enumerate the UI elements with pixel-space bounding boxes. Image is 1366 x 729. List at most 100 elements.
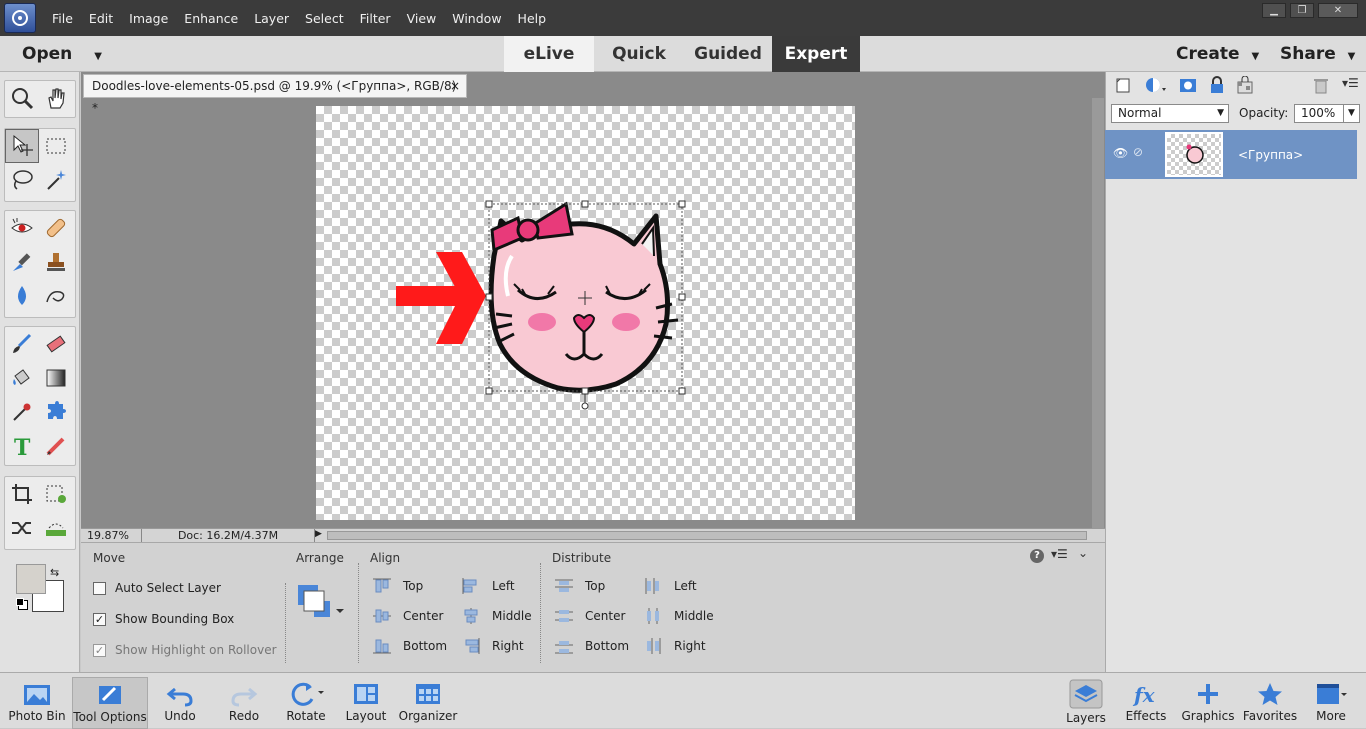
menu-image[interactable]: Image — [121, 11, 176, 26]
align-top-button[interactable]: Top — [373, 571, 453, 601]
move-tool[interactable] — [5, 129, 39, 163]
puzzle-icon — [48, 401, 66, 419]
effects-button[interactable]: fx Effects — [1120, 677, 1172, 729]
rotate-button[interactable]: Rotate — [278, 677, 334, 729]
layer-row[interactable]: 👁 ⊘ <Группа> — [1105, 130, 1357, 179]
restore-button[interactable]: ❐ — [1290, 3, 1314, 18]
brush-tool[interactable] — [5, 327, 39, 361]
options-menu-icon[interactable]: ▾☰ — [1051, 547, 1068, 561]
help-icon[interactable]: ? — [1030, 549, 1044, 563]
marquee-tool[interactable] — [39, 129, 73, 163]
align-middle-button[interactable]: Middle — [462, 601, 542, 631]
lasso-tool[interactable] — [5, 163, 39, 197]
menu-view[interactable]: View — [399, 11, 445, 26]
new-layer-icon[interactable] — [1114, 76, 1134, 94]
status-menu-arrow-icon[interactable]: ▶ — [315, 529, 322, 539]
type-tool[interactable]: T — [5, 429, 39, 463]
align-left-button[interactable]: Left — [462, 571, 542, 601]
align-center-button[interactable]: Center — [373, 601, 453, 631]
distribute-center-button[interactable]: Center — [555, 601, 635, 631]
swap-colors-icon[interactable]: ⇆ — [50, 566, 59, 579]
distribute-top-button[interactable]: Top — [555, 571, 635, 601]
organizer-button[interactable]: Organizer — [398, 677, 458, 729]
align-right-button[interactable]: Right — [462, 631, 542, 661]
show-bounding-box-checkbox[interactable]: ✓ Show Bounding Box — [93, 612, 234, 626]
vertical-scrollbar[interactable] — [1092, 98, 1104, 528]
auto-select-layer-checkbox[interactable]: Auto Select Layer — [93, 581, 221, 595]
open-button[interactable]: Open ▼ — [22, 44, 102, 64]
distribute-right-button[interactable]: Right — [644, 631, 724, 661]
menu-help[interactable]: Help — [510, 11, 555, 26]
favorites-button[interactable]: Favorites — [1240, 677, 1300, 729]
photo-bin-button[interactable]: Photo Bin — [6, 677, 68, 729]
blur-tool[interactable] — [5, 279, 39, 313]
layers-icon — [1069, 679, 1103, 709]
default-colors-icon[interactable] — [16, 598, 24, 606]
tab-expert[interactable]: Expert — [772, 36, 860, 72]
smart-brush-tool[interactable] — [5, 245, 39, 279]
hand-tool[interactable] — [39, 81, 73, 115]
share-button[interactable]: Share ▼ — [1280, 44, 1355, 64]
menu-window[interactable]: Window — [444, 11, 509, 26]
straighten-tool[interactable] — [39, 511, 73, 545]
panel-menu-icon[interactable]: ▾☰ — [1342, 76, 1359, 90]
eyedropper-tool[interactable] — [5, 395, 39, 429]
tab-quick[interactable]: Quick — [594, 36, 684, 72]
magic-wand-tool[interactable] — [39, 163, 73, 197]
clone-stamp-tool[interactable] — [39, 245, 73, 279]
tab-elive[interactable]: eLive — [504, 36, 594, 72]
lock-transparent-icon[interactable] — [1236, 76, 1256, 94]
zoom-level[interactable]: 19.87% — [87, 529, 129, 542]
image-canvas[interactable] — [316, 106, 855, 520]
visibility-eye-icon[interactable]: 👁 — [1113, 146, 1128, 160]
close-tab-icon[interactable]: × — [450, 75, 460, 97]
tool-options-button[interactable]: Tool Options — [72, 677, 148, 729]
crop-tool[interactable] — [5, 477, 39, 511]
zoom-tool[interactable] — [5, 81, 39, 115]
align-bottom-button[interactable]: Bottom — [373, 631, 453, 661]
show-highlight-checkbox[interactable]: ✓ Show Highlight on Rollover — [93, 643, 277, 657]
menu-select[interactable]: Select — [297, 11, 352, 26]
healing-brush-tool[interactable] — [39, 211, 73, 245]
layer-mask-icon[interactable] — [1178, 76, 1198, 94]
trash-icon[interactable] — [1312, 76, 1330, 94]
layers-button[interactable]: Layers — [1060, 677, 1112, 729]
collapse-chevron-icon[interactable]: ⌄ — [1078, 546, 1088, 560]
pencil-tool[interactable] — [39, 429, 73, 463]
menu-filter[interactable]: Filter — [352, 11, 399, 26]
undo-button[interactable]: Undo — [154, 677, 206, 729]
menu-file[interactable]: File — [44, 11, 81, 26]
paint-bucket-tool[interactable] — [5, 361, 39, 395]
redo-button[interactable]: Redo — [218, 677, 270, 729]
red-eye-tool[interactable] — [5, 211, 39, 245]
menu-edit[interactable]: Edit — [81, 11, 121, 26]
distribute-left-button[interactable]: Left — [644, 571, 724, 601]
horizontal-scrollbar[interactable] — [327, 531, 1087, 540]
opacity-field[interactable]: 100% ▼ — [1294, 104, 1360, 123]
distribute-middle-button[interactable]: Middle — [644, 601, 724, 631]
align-right-icon — [462, 638, 480, 654]
tab-guided[interactable]: Guided — [684, 36, 772, 72]
create-button[interactable]: Create ▼ — [1176, 44, 1259, 64]
layout-button[interactable]: Layout — [340, 677, 392, 729]
close-window-button[interactable]: ✕ — [1318, 3, 1358, 18]
fx-icon: fx — [1132, 683, 1156, 707]
link-icon[interactable]: ⊘ — [1133, 145, 1143, 159]
sponge-tool[interactable] — [39, 279, 73, 313]
recompose-tool[interactable] — [39, 477, 73, 511]
custom-shape-tool[interactable] — [39, 395, 73, 429]
more-button[interactable]: More — [1304, 677, 1358, 729]
content-aware-move-tool[interactable] — [5, 511, 39, 545]
document-tab[interactable]: Doodles-love-elements-05.psd @ 19.9% (<Г… — [83, 74, 467, 115]
graphics-button[interactable]: Graphics — [1180, 677, 1236, 729]
adjustment-layer-icon[interactable] — [1144, 76, 1168, 94]
eraser-tool[interactable] — [39, 327, 73, 361]
gradient-tool[interactable] — [39, 361, 73, 395]
menu-layer[interactable]: Layer — [246, 11, 297, 26]
distribute-bottom-button[interactable]: Bottom — [555, 631, 635, 661]
lock-icon[interactable] — [1208, 76, 1226, 94]
arrange-dropdown[interactable] — [298, 585, 348, 621]
minimize-button[interactable]: ▁ — [1262, 3, 1286, 18]
menu-enhance[interactable]: Enhance — [176, 11, 246, 26]
blend-mode-select[interactable]: Normal ▼ — [1111, 104, 1229, 123]
